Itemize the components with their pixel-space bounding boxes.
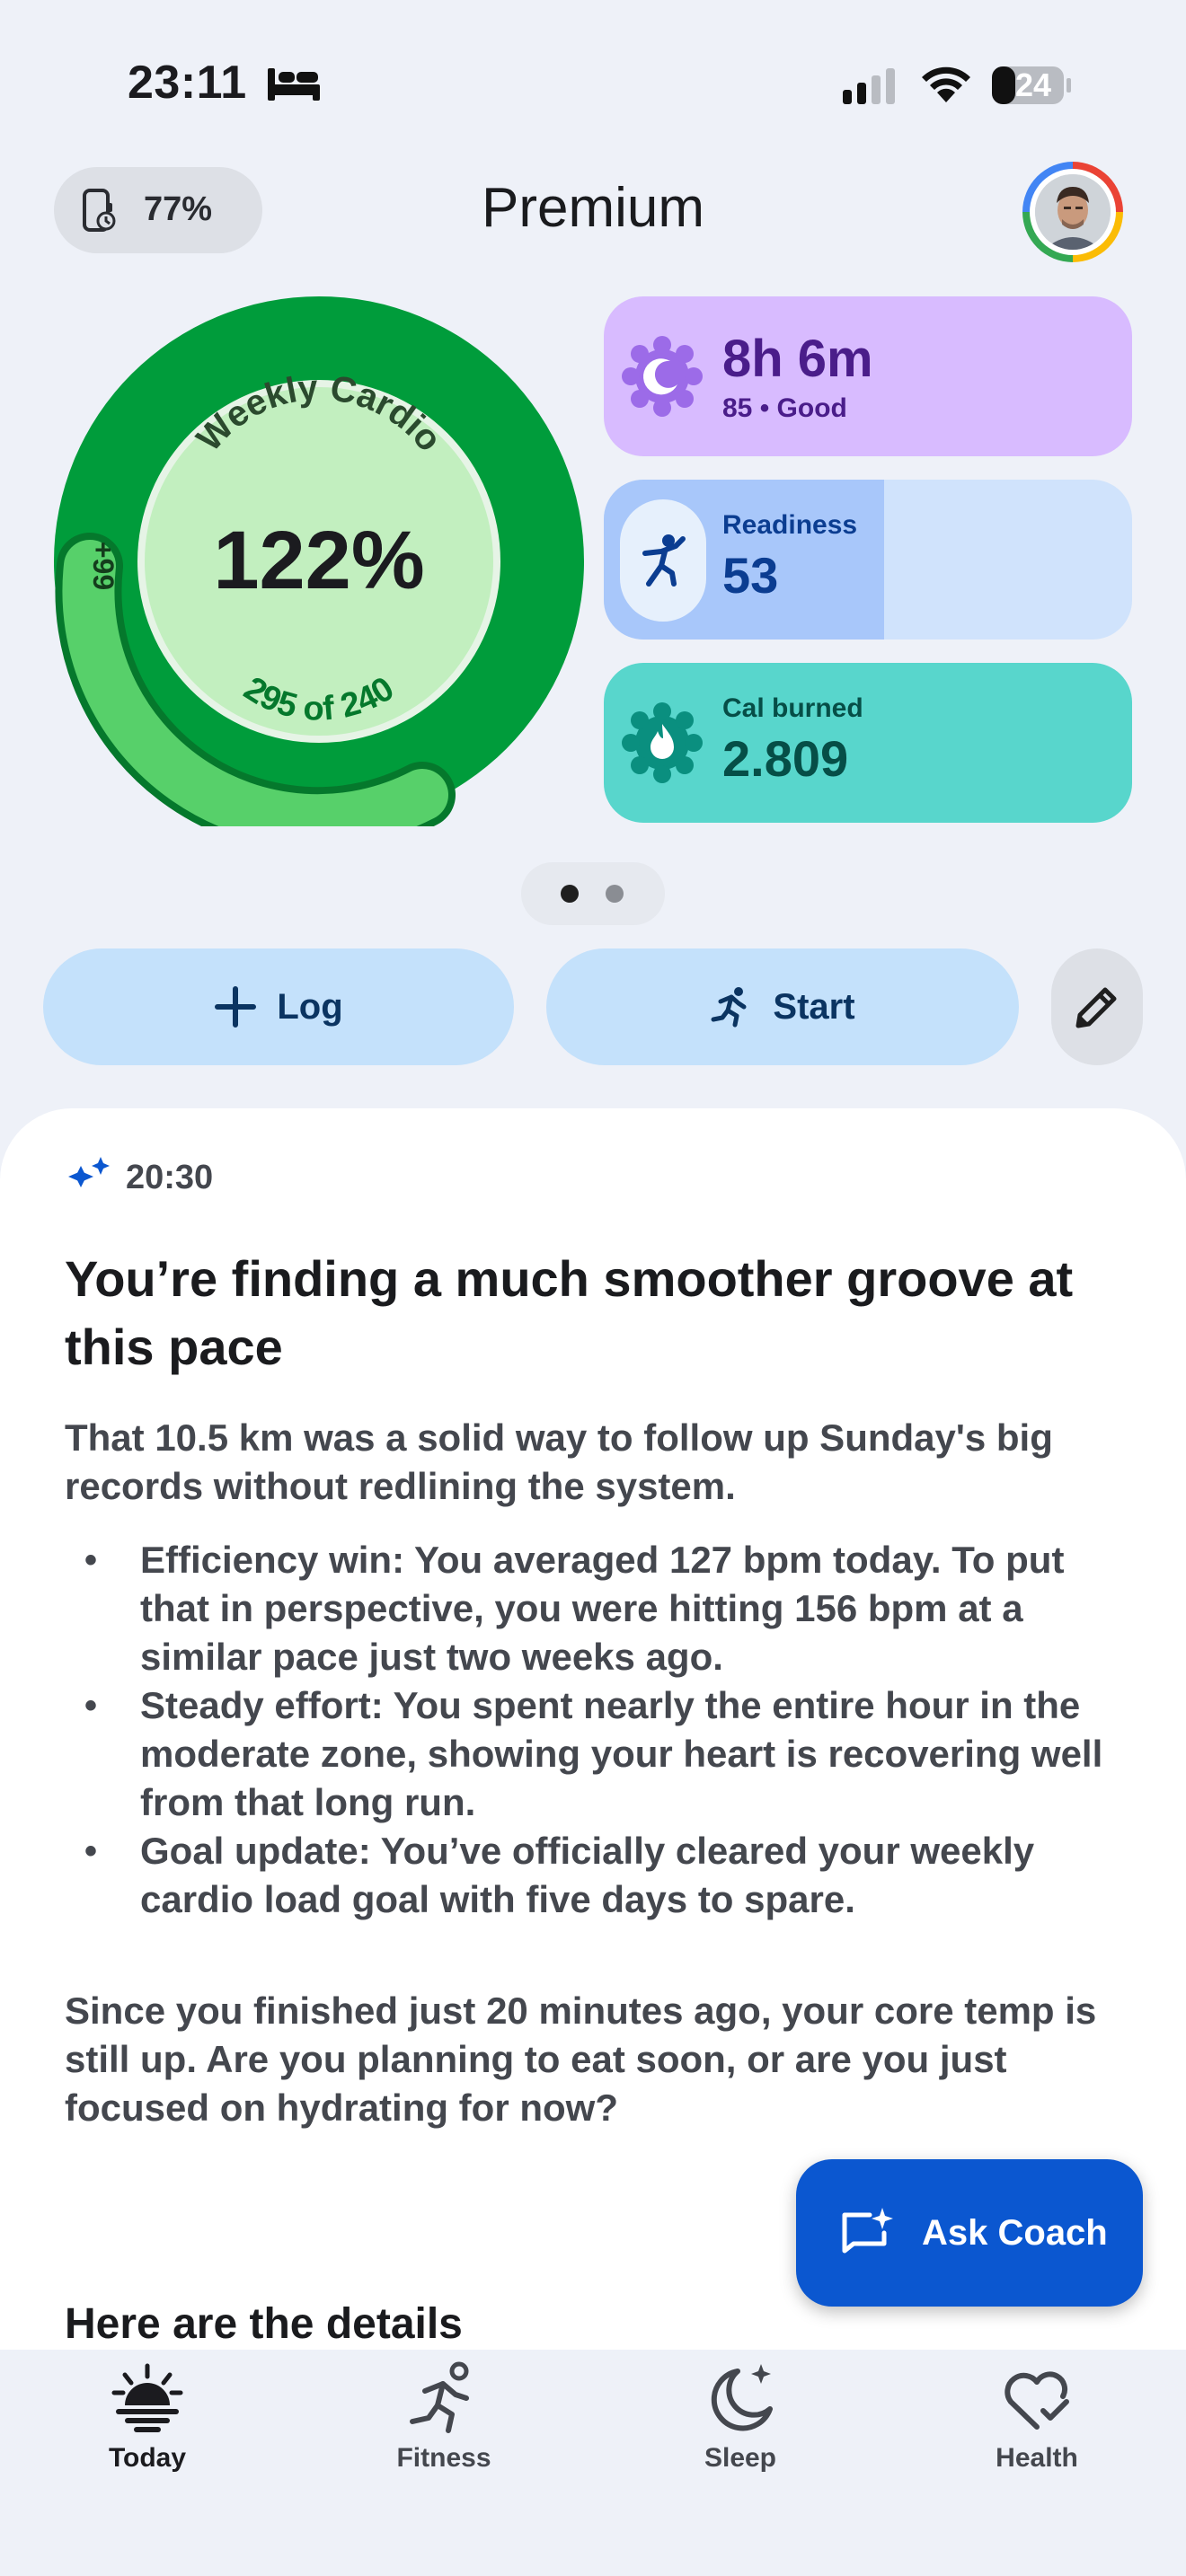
list-item: Steady effort: You spent nearly the enti… — [65, 1681, 1134, 1827]
nav-item-health[interactable]: Health — [938, 2360, 1136, 2474]
insight-timestamp: 20:30 — [126, 1159, 214, 1196]
sunrise-icon — [111, 2363, 183, 2432]
page-title: Premium — [481, 177, 705, 239]
insight-intro: That 10.5 km was a solid way to follow u… — [65, 1416, 1053, 1507]
calories-value: 2.809 — [722, 730, 849, 787]
nav-item-fitness[interactable]: Fitness — [345, 2360, 543, 2474]
cellular-signal-icon — [843, 68, 895, 104]
running-icon — [410, 2361, 469, 2433]
weekly-cardio-ring[interactable]: Weekly Cardio 122% 295 of 240 +99 — [54, 296, 584, 826]
calories-label: Cal burned — [722, 693, 863, 723]
start-workout-button[interactable]: Start — [546, 948, 1019, 1065]
readiness-value: 53 — [722, 547, 779, 604]
pencil-icon — [1075, 987, 1117, 1028]
plus-icon — [215, 986, 257, 1028]
details-heading: Here are the details — [65, 2300, 463, 2348]
start-button-label: Start — [773, 986, 855, 1027]
insight-headline: You’re finding a much smoother groove at… — [65, 1250, 1074, 1375]
page-dot-active — [561, 885, 579, 903]
nav-item-today[interactable]: Today — [49, 2360, 246, 2474]
page-indicator[interactable] — [521, 862, 665, 925]
sleep-score-icon — [622, 336, 703, 417]
status-time: 23:11 — [128, 57, 247, 109]
page-dot-inactive — [606, 885, 624, 903]
readiness-figure-icon — [642, 534, 686, 587]
readiness-label: Readiness — [722, 510, 858, 540]
nav-label-sleep: Sleep — [704, 2443, 777, 2473]
wifi-icon — [922, 66, 970, 102]
nav-label-today: Today — [108, 2443, 187, 2473]
insight-bullets: Efficiency win: You averaged 127 bpm tod… — [65, 1536, 1134, 1924]
log-button[interactable]: Log — [43, 948, 514, 1065]
watch-icon — [83, 189, 116, 232]
nav-item-sleep[interactable]: Sleep — [642, 2360, 839, 2474]
insight-followup: Since you finished just 20 minutes ago, … — [65, 1989, 1097, 2129]
nav-label-fitness: Fitness — [396, 2443, 491, 2473]
heart-check-icon — [1005, 2371, 1069, 2430]
ask-coach-label: Ask Coach — [922, 2213, 1108, 2253]
ring-overflow-text: +99 — [87, 542, 119, 590]
nav-label-health: Health — [996, 2443, 1078, 2473]
sleep-mode-icon — [268, 68, 320, 101]
running-icon — [711, 987, 747, 1028]
sleep-score: 85 • Good — [722, 393, 847, 423]
ai-sparkle-icon — [68, 1157, 110, 1187]
sleep-duration: 8h 6m — [722, 330, 873, 388]
log-button-label: Log — [277, 986, 343, 1027]
flame-icon — [622, 702, 703, 783]
battery-level: 24 — [1014, 66, 1052, 103]
avatar-image — [1035, 174, 1111, 250]
list-item: Goal update: You’ve officially cleared y… — [65, 1827, 1134, 1924]
ring-percent: 122% — [213, 515, 424, 606]
list-item: Efficiency win: You averaged 127 bpm tod… — [65, 1536, 1134, 1681]
chat-sparkle-icon — [842, 2208, 893, 2254]
watch-battery-text: 77% — [144, 190, 213, 228]
moon-sparkle-icon — [711, 2364, 773, 2431]
